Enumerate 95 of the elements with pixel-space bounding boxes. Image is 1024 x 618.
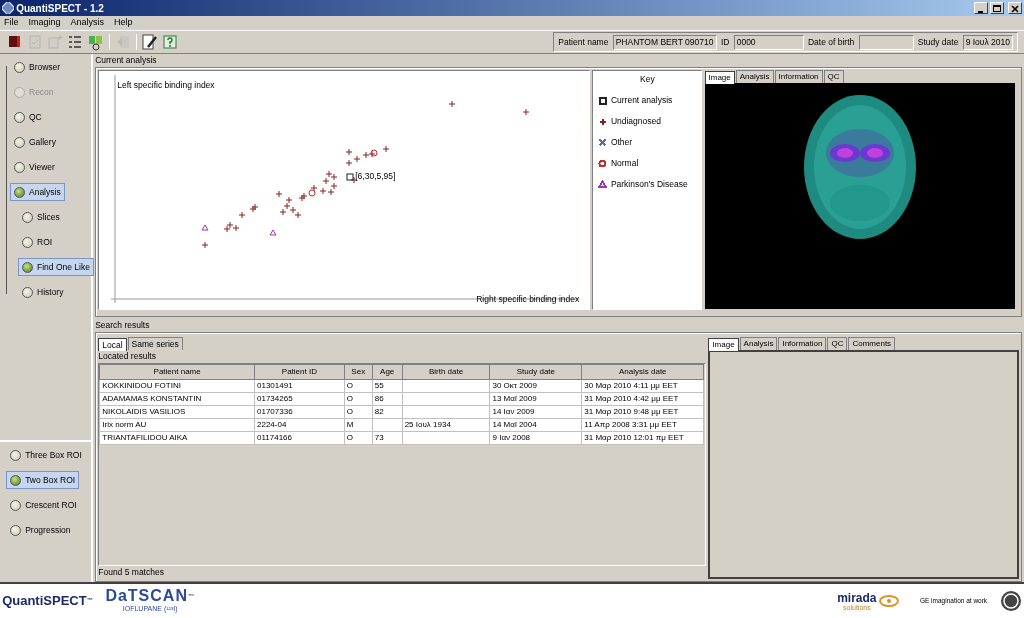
table-cell: 2224-04 <box>254 418 345 432</box>
eye-logo-icon <box>878 594 899 608</box>
legend-label: Current analysis <box>610 94 673 107</box>
axis-label: Left specific binding index <box>117 78 215 92</box>
tab[interactable]: Analysis <box>735 69 774 83</box>
column-header[interactable]: Patient ID <box>254 364 345 380</box>
text-field[interactable]: 0000 <box>733 34 804 50</box>
nav-item[interactable]: Viewer <box>10 158 59 177</box>
nav-item[interactable]: Browser <box>10 58 65 77</box>
text-field[interactable]: PHANTOM BERT 090710 <box>612 34 717 50</box>
tab[interactable]: Information <box>778 336 827 350</box>
tab[interactable]: Information <box>774 69 823 83</box>
nav-item[interactable]: Three Box ROI <box>6 446 86 465</box>
text-field[interactable]: 9 Ιουλ 2010 <box>962 34 1013 50</box>
table-cell: NIKOLAIDIS VASILIOS <box>99 405 255 419</box>
field-label: Study date <box>917 35 959 49</box>
status-text: Found 5 matches <box>98 566 165 579</box>
table-cell: 14 Μαϊ 2004 <box>490 418 582 432</box>
table-cell: ADAMAMAS KONSTANTIN <box>99 392 255 406</box>
table-cell: M <box>344 418 373 432</box>
partner-logo: mirada <box>837 591 877 604</box>
nav-item[interactable]: History <box>18 283 68 302</box>
table-cell: 9 Ιαν 2008 <box>490 431 582 445</box>
nav-item[interactable]: Progression <box>6 521 75 540</box>
table-cell: 13 Μαϊ 2009 <box>490 392 582 406</box>
menu-item[interactable]: Help <box>114 16 133 30</box>
table-cell: 55 <box>372 379 403 393</box>
tab[interactable]: QC <box>823 69 844 83</box>
table-cell: 31 Μαρ 2010 12:01 πμ EET <box>581 431 704 445</box>
column-header[interactable]: Patient name <box>99 364 255 380</box>
nav-item[interactable]: ROI <box>18 233 57 252</box>
column-header[interactable]: Age <box>372 364 403 380</box>
column-header[interactable]: Sex <box>344 364 373 380</box>
image-pair-icon[interactable] <box>86 33 105 51</box>
table-cell: 01707336 <box>254 405 345 419</box>
help-icon[interactable] <box>161 33 180 51</box>
axis-label: Right specific binding index <box>476 293 580 306</box>
column-header[interactable]: Birth date <box>402 364 490 380</box>
nav-item[interactable]: Two Box ROI <box>6 471 80 490</box>
legend-label: Other <box>610 136 633 149</box>
table-cell: 31 Μαρ 2010 9:48 μμ EET <box>581 405 704 419</box>
table-cell: 25 Ιουλ 1934 <box>402 418 490 432</box>
table-cell: Irix norm AU <box>99 418 255 432</box>
table-cell: O <box>344 431 373 445</box>
nav-item[interactable]: Analysis <box>10 183 65 202</box>
text-field[interactable] <box>858 34 914 50</box>
point-label: [6,30,5,95] <box>355 169 396 183</box>
table-cell: O <box>344 379 373 393</box>
nav-item[interactable]: Slices <box>18 208 64 227</box>
table-cell: 14 Ιαν 2009 <box>490 405 582 419</box>
table-cell: 01301491 <box>254 379 345 393</box>
brand-logo: DaTSCAN$^{™}$ <box>105 587 195 604</box>
field-label: ID <box>720 35 730 49</box>
tab[interactable]: QC <box>827 336 848 350</box>
legend-label: Normal <box>610 157 639 170</box>
menu-item[interactable]: Imaging <box>28 16 61 30</box>
table-cell: 01174166 <box>254 431 345 445</box>
tab[interactable]: Comments <box>848 336 896 350</box>
section-title: Current analysis <box>95 54 158 67</box>
table-cell: TRIANTAFILIDOU AIKA <box>99 431 255 445</box>
menu-item[interactable]: File <box>4 16 19 30</box>
table-cell: 01734265 <box>254 392 345 406</box>
legend-label: Parkinson's Disease <box>610 178 688 191</box>
table-cell: KOKKINIDOU FOTINI <box>99 379 255 393</box>
menu-item[interactable]: Analysis <box>70 16 105 30</box>
section-title: Search results <box>95 318 151 332</box>
tab[interactable]: Image <box>704 70 735 84</box>
table-cell: O <box>344 392 373 406</box>
table-cell: 31 Μαρ 2010 4:42 μμ EET <box>581 392 704 406</box>
column-header[interactable]: Study date <box>490 364 582 380</box>
window-title: QuantiSPECT - 1.2 <box>16 1 105 16</box>
table-cell: 11 Απρ 2008 3:31 μμ EET <box>581 418 704 432</box>
tab[interactable]: Analysis <box>739 336 778 350</box>
table-cell: 86 <box>372 392 403 406</box>
table-cell: 30 Οκτ 2009 <box>490 379 582 393</box>
table-cell: 73 <box>372 431 403 445</box>
tab[interactable]: Image <box>708 337 739 351</box>
tab[interactable]: Same series <box>127 336 183 350</box>
table-cell: 30 Μαρ 2010 4:11 μμ EET <box>581 379 704 393</box>
tab[interactable]: Local <box>98 337 127 351</box>
field-label: Patient name <box>558 35 609 49</box>
nav-item[interactable]: QC <box>10 108 46 127</box>
legend-title: Key <box>639 73 656 86</box>
pencil-icon[interactable] <box>141 33 159 51</box>
nav-item[interactable]: Gallery <box>10 133 60 152</box>
nav-item[interactable]: Find One Like <box>18 258 94 277</box>
column-header[interactable]: Analysis date <box>581 364 704 380</box>
legend-label: Undiagnosed <box>610 115 661 128</box>
product-logo: QuantiSPECT$^{™}$ <box>2 592 93 611</box>
nav-item[interactable]: Crescent ROI <box>6 496 81 515</box>
table-cell: 82 <box>372 405 403 419</box>
table-cell: O <box>344 405 373 419</box>
app-icon <box>2 2 14 14</box>
results-caption: Located results <box>98 349 157 363</box>
field-label: Date of birth <box>807 35 855 49</box>
